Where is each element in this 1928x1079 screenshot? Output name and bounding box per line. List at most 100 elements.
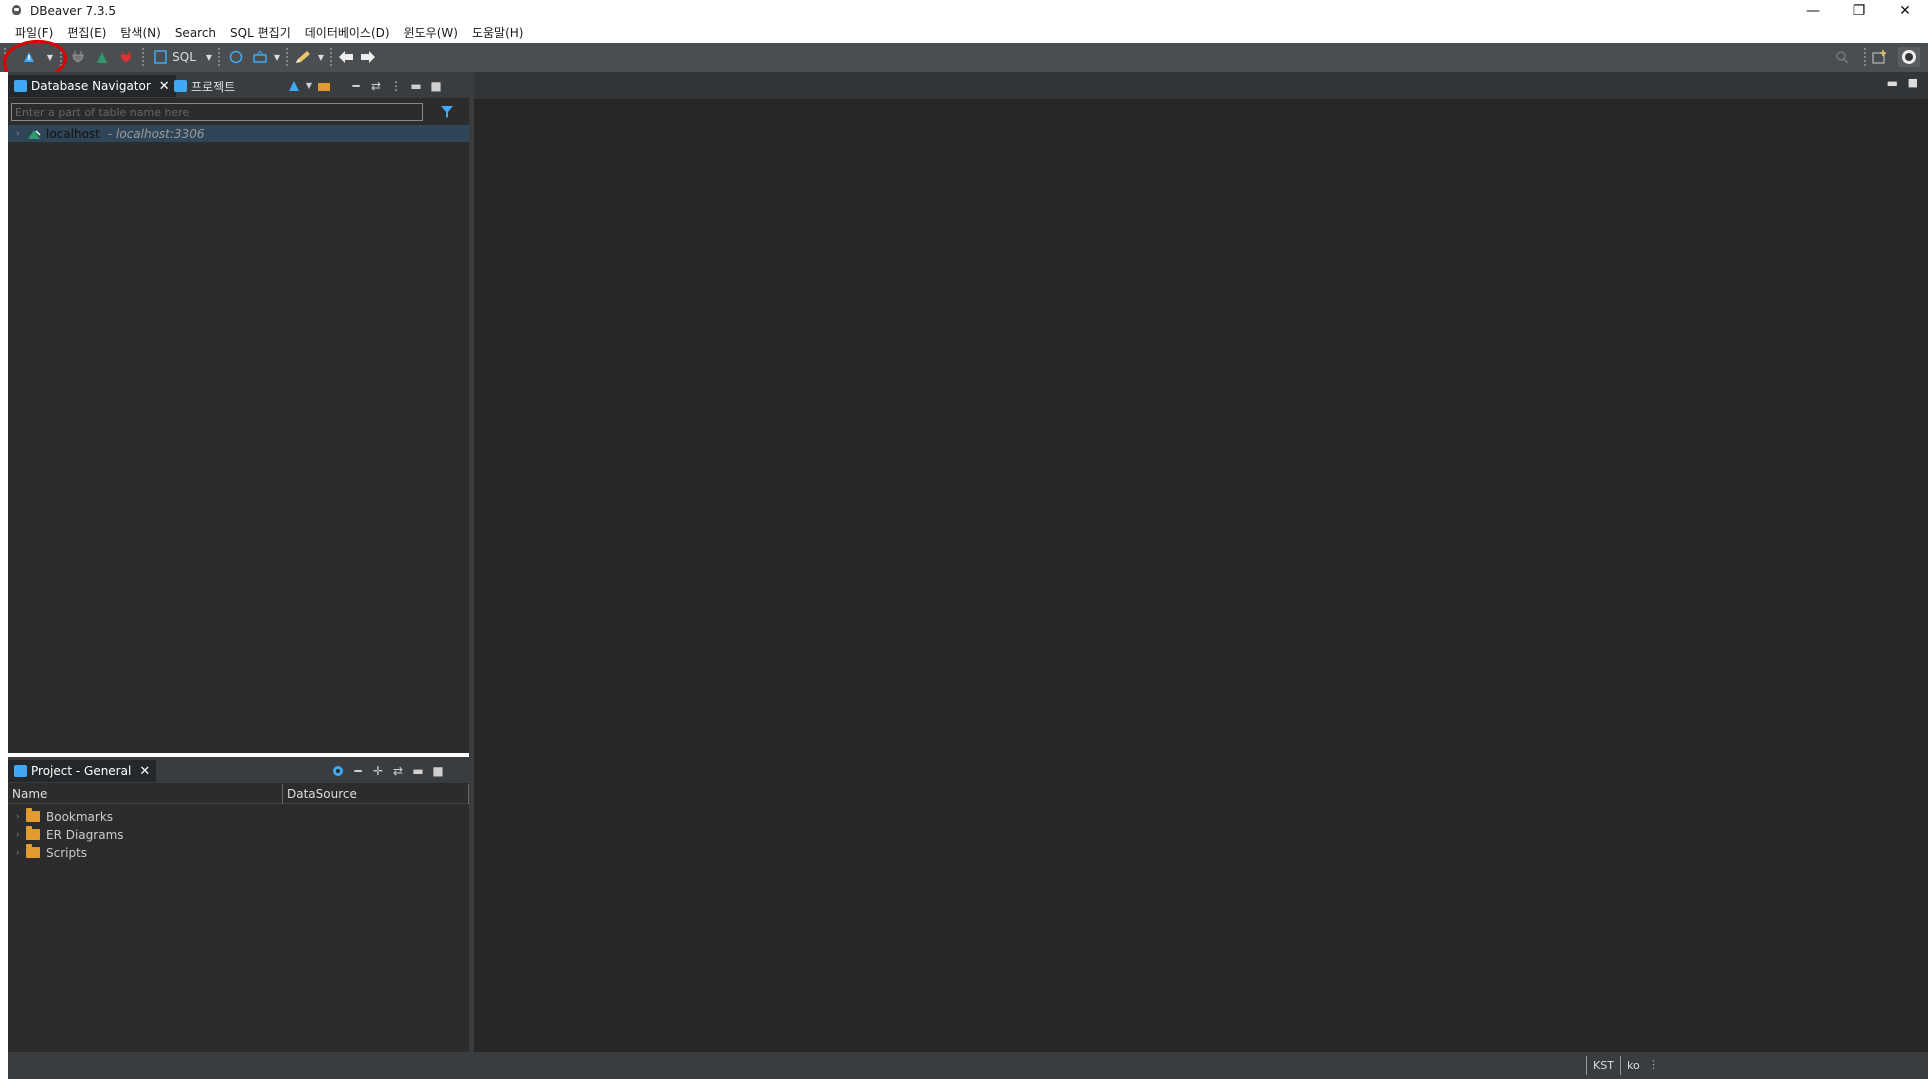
new-connection-dropdown-icon[interactable]: ▼ (304, 81, 314, 90)
sql-dropdown[interactable]: ▼ (204, 47, 214, 67)
menu-bar: 파일(F) 편집(E) 탐색(N) Search SQL 편집기 데이터베이스(… (0, 22, 1928, 43)
navigator-panel: › localhost - localhost:3306 (8, 99, 469, 753)
connect-button[interactable] (68, 47, 88, 67)
tab-projects[interactable]: 프로젝트 (168, 75, 241, 97)
project-panel: Name DataSource › Bookmarks › ER Diagram… (8, 784, 469, 1052)
menu-database[interactable]: 데이터베이스(D) (305, 24, 390, 41)
tab-project-general[interactable]: Project - General ✕ (8, 760, 157, 782)
expand-icon[interactable]: › (16, 830, 26, 840)
format-dropdown[interactable]: ▼ (316, 47, 326, 67)
maximize-view-icon[interactable]: ■ (428, 764, 448, 778)
transaction-mode-button[interactable] (250, 47, 270, 67)
collapse-all-icon[interactable]: ━ (346, 79, 366, 93)
connection-name: localhost (46, 126, 100, 141)
project-tab-bar: Project - General ✕ ━ ✛ ⇄ ▬ ■ (8, 757, 469, 784)
new-connection-dropdown[interactable]: ▼ (44, 47, 56, 67)
editor-tab-bar: ▬ ■ (474, 72, 1928, 99)
close-tab-icon[interactable]: ✕ (139, 764, 150, 779)
diagram-folder-icon (26, 826, 40, 840)
close-window-button[interactable]: ✕ (1882, 0, 1928, 22)
column-datasource[interactable]: DataSource (283, 784, 469, 804)
mysql-connection-icon (28, 129, 41, 139)
transaction-dropdown[interactable]: ▼ (272, 47, 282, 67)
reconnect-icon (97, 52, 107, 63)
timezone-indicator: KST (1586, 1056, 1620, 1075)
menu-window[interactable]: 윈도우(W) (404, 24, 458, 41)
sql-editor-button[interactable]: SQL (170, 47, 198, 67)
expand-all-icon[interactable]: ✛ (368, 764, 388, 778)
menu-help[interactable]: 도움말(H) (472, 24, 524, 41)
project-icon (14, 765, 27, 777)
project-item-label: Scripts (46, 845, 88, 860)
tab-projects-label: 프로젝트 (191, 79, 236, 94)
project-grid-header: Name DataSource (8, 784, 469, 804)
toolbar-separator (142, 48, 144, 66)
commit-button[interactable] (226, 47, 246, 67)
view-menu-icon[interactable]: ⋮ (386, 79, 406, 93)
toolbar-grip (4, 48, 6, 66)
expand-icon[interactable]: › (16, 129, 26, 139)
new-connection-icon (24, 52, 34, 62)
tab-database-navigator-label: Database Navigator (31, 79, 151, 93)
status-grip: ⋮ (1648, 1058, 1659, 1071)
menu-search[interactable]: Search (175, 26, 216, 40)
invalidate-button[interactable] (92, 47, 112, 67)
project-item-label: Bookmarks (46, 809, 114, 824)
format-button[interactable] (292, 47, 314, 67)
restore-button[interactable]: ❐ (1836, 0, 1882, 22)
new-connection-icon[interactable] (284, 79, 304, 93)
scripts-folder-icon (26, 844, 40, 858)
expand-icon[interactable]: › (16, 848, 26, 858)
new-folder-icon[interactable] (314, 80, 334, 92)
new-connection-button[interactable] (18, 47, 40, 67)
configure-icon[interactable] (328, 764, 348, 778)
project-icon (174, 80, 187, 92)
minimize-view-icon[interactable]: ▬ (408, 764, 428, 778)
dbeaver-perspective-button[interactable] (1898, 47, 1920, 67)
disconnect-icon (120, 51, 132, 63)
title-bar: DBeaver 7.3.5 — ❐ ✕ (0, 0, 1928, 22)
menu-sql-editor[interactable]: SQL 편집기 (230, 24, 291, 41)
project-item-scripts[interactable]: › Scripts (8, 844, 469, 861)
tab-database-navigator[interactable]: Database Navigator ✕ (8, 75, 176, 97)
project-actions: ━ ✛ ⇄ ▬ ■ (328, 757, 448, 784)
menu-edit[interactable]: 편집(E) (67, 24, 106, 41)
column-name[interactable]: Name (8, 784, 283, 804)
forward-button[interactable] (358, 47, 378, 67)
minimize-button[interactable]: — (1790, 0, 1836, 22)
arrow-right-icon (361, 51, 375, 63)
project-item-label: ER Diagrams (46, 827, 124, 842)
window-title: DBeaver 7.3.5 (30, 4, 116, 18)
disconnect-button[interactable] (116, 47, 136, 67)
transaction-mode-icon (253, 50, 267, 63)
link-with-editor-icon[interactable]: ⇄ (366, 79, 386, 93)
dbeaver-logo-icon (10, 4, 24, 18)
window-left-edge (0, 72, 8, 1079)
menu-navigate[interactable]: 탐색(N) (120, 24, 160, 41)
perspective-icon (1872, 50, 1886, 64)
minimize-view-icon[interactable]: ▬ (406, 79, 426, 93)
back-button[interactable] (336, 47, 356, 67)
navigator-tab-bar: Database Navigator ✕ 프로젝트 ▼ ━ ⇄ ⋮ ▬ ■ (8, 72, 469, 99)
toolbar-separator (60, 48, 62, 66)
pencil-icon (296, 51, 310, 63)
main-toolbar: ▼ SQL ▼ ▼ ▼ (0, 43, 1928, 72)
maximize-view-icon[interactable]: ■ (426, 79, 446, 93)
expand-icon[interactable]: › (16, 812, 26, 822)
collapse-all-icon[interactable]: ━ (348, 764, 368, 778)
open-perspective-button[interactable] (1870, 47, 1890, 67)
global-search-button[interactable] (1832, 47, 1852, 67)
table-filter-input[interactable] (11, 103, 423, 121)
project-item-er-diagrams[interactable]: › ER Diagrams (8, 826, 469, 843)
editor-maximize-icon[interactable]: ■ (1908, 76, 1918, 89)
link-with-editor-icon[interactable]: ⇄ (388, 764, 408, 778)
editor-minimize-icon[interactable]: ▬ (1887, 76, 1898, 90)
project-item-bookmarks[interactable]: › Bookmarks (8, 808, 469, 825)
locale-indicator: ko (1620, 1056, 1650, 1075)
tab-project-general-label: Project - General (31, 764, 132, 778)
connection-node-localhost[interactable]: › localhost - localhost:3306 (8, 125, 469, 142)
bookmark-folder-icon (26, 808, 40, 822)
filter-icon[interactable] (440, 105, 454, 119)
menu-file[interactable]: 파일(F) (15, 24, 53, 41)
toolbar-separator (286, 48, 288, 66)
